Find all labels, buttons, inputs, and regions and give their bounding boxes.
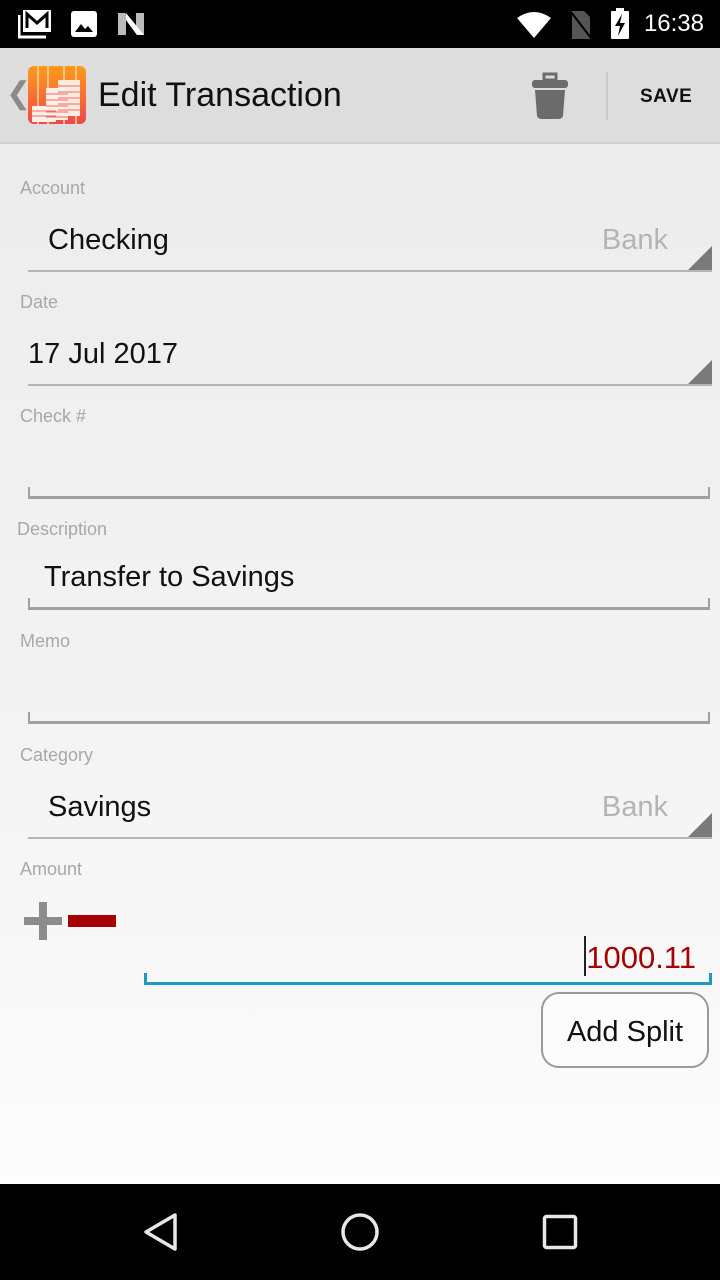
dropdown-triangle-icon: [688, 813, 712, 837]
battery-charging-icon: [611, 8, 629, 39]
category-label: Category: [20, 745, 94, 765]
status-bar: 16:38: [0, 0, 720, 48]
date-value: 17 Jul 2017: [28, 338, 178, 370]
back-icon[interactable]: [142, 1212, 180, 1252]
clock: 16:38: [643, 10, 704, 37]
save-button[interactable]: SAVE: [640, 86, 692, 108]
amount-input[interactable]: 1000.11: [144, 928, 712, 985]
toolbar-divider: [606, 72, 608, 120]
transaction-form: Account Checking Bank Date 17 Jul 2017 C…: [0, 144, 720, 1184]
account-value: Checking: [48, 224, 169, 256]
amount-value: 1000.11: [586, 940, 696, 975]
check-number-input[interactable]: [28, 446, 710, 499]
app-bar: ❮ Edit Transaction SAVE: [0, 48, 720, 144]
memo-input[interactable]: [28, 671, 710, 724]
check-label: Check #: [20, 406, 87, 426]
image-icon: [71, 11, 97, 37]
dropdown-triangle-icon: [688, 360, 712, 384]
add-split-button[interactable]: Add Split: [541, 992, 709, 1068]
app-logo[interactable]: [28, 66, 86, 124]
category-type: Bank: [601, 791, 668, 823]
date-spinner[interactable]: 17 Jul 2017: [28, 328, 712, 386]
n-notification-icon: [118, 13, 144, 35]
memo-label: Memo: [20, 631, 71, 651]
description-value: Transfer to Savings: [44, 561, 295, 593]
dropdown-triangle-icon: [688, 246, 712, 270]
minus-sign-button[interactable]: [68, 915, 116, 927]
page-title: Edit Transaction: [98, 76, 342, 114]
description-input[interactable]: Transfer to Savings: [28, 557, 710, 610]
amount-label: Amount: [20, 859, 83, 879]
category-spinner[interactable]: Savings Bank: [28, 781, 712, 839]
account-spinner[interactable]: Checking Bank: [28, 214, 712, 272]
account-label: Account: [20, 178, 86, 198]
gmail-icon: [18, 10, 51, 39]
trash-icon[interactable]: [530, 72, 570, 120]
no-sim-icon: [570, 11, 592, 39]
description-label: Description: [17, 519, 108, 539]
navigation-bar: [0, 1184, 720, 1280]
wifi-icon: [517, 12, 551, 38]
coins-logo-icon: [28, 66, 86, 124]
plus-sign-button[interactable]: [24, 902, 62, 940]
category-value: Savings: [48, 791, 152, 823]
home-icon[interactable]: [340, 1212, 380, 1252]
account-type: Bank: [601, 224, 668, 256]
recents-icon[interactable]: [542, 1214, 578, 1250]
date-label: Date: [20, 292, 59, 312]
